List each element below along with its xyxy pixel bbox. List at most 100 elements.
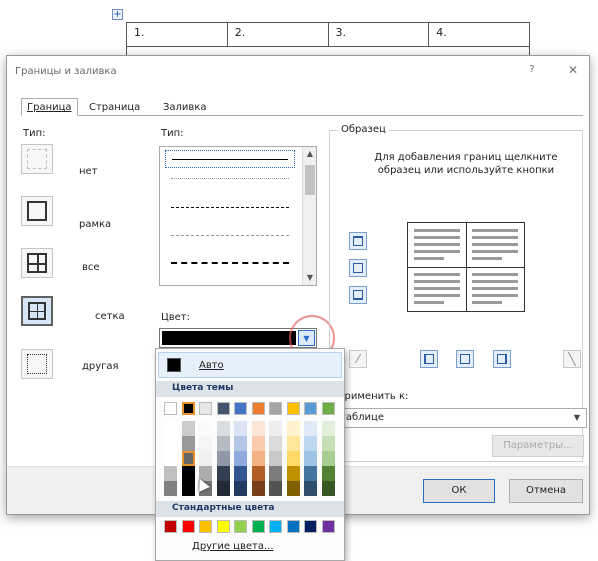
tab-shading[interactable]: Заливка (157, 98, 213, 116)
border-style-list[interactable]: ▲ ▼ (159, 146, 317, 286)
bottom-border-button[interactable] (349, 286, 367, 304)
setting-none-icon[interactable] (21, 144, 53, 174)
standard-color-swatch[interactable] (269, 520, 282, 533)
theme-color-shade-swatch[interactable] (251, 451, 265, 466)
diagonal-up-border-icon[interactable]: ⁄ (349, 350, 367, 368)
setting-all-icon[interactable] (21, 248, 53, 278)
standard-color-swatch[interactable] (321, 520, 335, 533)
standard-color-swatch[interactable] (304, 520, 317, 533)
style-dashed-fine[interactable] (165, 199, 295, 217)
standard-color-swatch[interactable] (216, 520, 230, 533)
theme-color-shade-swatch[interactable] (216, 421, 230, 436)
theme-color-shade-swatch[interactable] (181, 466, 195, 481)
theme-color-shade-swatch[interactable] (199, 421, 212, 436)
style-dash-dot[interactable] (165, 254, 295, 272)
table-cell[interactable]: 3. (327, 22, 430, 47)
theme-color-shade-swatch[interactable] (181, 421, 195, 436)
theme-color-shade-swatch[interactable] (234, 451, 247, 466)
inside-vertical-border-button[interactable] (456, 350, 474, 368)
theme-color-shade-swatch[interactable] (164, 481, 177, 496)
scroll-thumb[interactable] (305, 165, 315, 195)
table-move-handle-icon[interactable]: + (112, 9, 123, 20)
theme-color-shade-swatch[interactable] (269, 436, 282, 451)
table-cell[interactable]: 2. (226, 22, 329, 47)
theme-color-shade-swatch[interactable] (234, 466, 247, 481)
theme-color-shade-swatch[interactable] (304, 421, 317, 436)
theme-color-shade-swatch[interactable] (181, 481, 195, 496)
setting-grid-icon[interactable] (21, 296, 53, 326)
theme-color-shade-swatch[interactable] (286, 466, 300, 481)
theme-color-swatch[interactable] (286, 402, 300, 415)
diagonal-down-border-icon[interactable]: ╲ (563, 350, 581, 368)
style-solid[interactable] (165, 150, 295, 168)
theme-color-shade-swatch[interactable] (304, 451, 317, 466)
auto-color-option[interactable]: Авто (158, 352, 342, 378)
theme-color-shade-swatch[interactable] (251, 436, 265, 451)
theme-color-shade-swatch[interactable] (304, 466, 317, 481)
chevron-down-icon[interactable]: ▼ (570, 411, 584, 425)
inside-horizontal-border-button[interactable] (349, 259, 367, 277)
style-dashed[interactable] (165, 227, 295, 245)
theme-color-swatch[interactable] (234, 402, 247, 415)
theme-color-shade-swatch[interactable] (269, 451, 282, 466)
theme-color-shade-swatch[interactable] (286, 436, 300, 451)
style-list-scrollbar[interactable]: ▲ ▼ (302, 147, 316, 285)
theme-color-shade-swatch[interactable] (321, 451, 335, 466)
theme-color-shade-swatch[interactable] (321, 466, 335, 481)
theme-color-shade-swatch[interactable] (164, 466, 177, 481)
table-cell[interactable]: 4. (428, 22, 530, 47)
standard-color-swatch[interactable] (181, 520, 195, 533)
theme-color-shade-swatch[interactable] (181, 436, 195, 451)
theme-color-shade-swatch[interactable] (199, 436, 212, 451)
theme-color-swatch[interactable] (251, 402, 265, 415)
standard-color-swatch[interactable] (164, 520, 177, 533)
standard-color-swatch[interactable] (199, 520, 212, 533)
tab-page-border[interactable]: Страница (83, 98, 146, 116)
theme-color-swatch[interactable] (321, 402, 335, 415)
theme-color-shade-swatch[interactable] (216, 436, 230, 451)
more-colors-option[interactable]: Другие цвета... (192, 541, 274, 552)
theme-color-shade-swatch[interactable] (164, 451, 177, 466)
theme-color-shade-swatch[interactable] (234, 421, 247, 436)
theme-color-swatch[interactable] (269, 402, 282, 415)
theme-color-shade-swatch[interactable] (286, 481, 300, 496)
theme-color-shade-swatch[interactable] (286, 421, 300, 436)
preview-table[interactable] (407, 222, 525, 312)
standard-color-swatch[interactable] (234, 520, 247, 533)
tab-borders[interactable]: Граница (21, 98, 78, 116)
theme-color-swatch[interactable] (164, 402, 177, 415)
apply-to-select[interactable]: таблице ▼ (333, 408, 587, 428)
help-button[interactable]: ? (524, 62, 540, 78)
table-cell[interactable]: 1. (126, 22, 228, 47)
theme-color-shade-swatch[interactable] (251, 466, 265, 481)
theme-color-shade-swatch[interactable] (181, 451, 195, 466)
setting-grid-label[interactable]: сетка (95, 311, 125, 322)
theme-color-shade-swatch[interactable] (199, 451, 212, 466)
theme-color-shade-swatch[interactable] (234, 436, 247, 451)
theme-color-shade-swatch[interactable] (251, 481, 265, 496)
theme-color-swatch[interactable] (181, 402, 195, 415)
theme-color-shade-swatch[interactable] (286, 451, 300, 466)
theme-color-shade-swatch[interactable] (216, 481, 230, 496)
theme-color-shade-swatch[interactable] (164, 421, 177, 436)
standard-color-swatch[interactable] (251, 520, 265, 533)
style-dotted[interactable] (165, 170, 295, 188)
theme-color-shade-swatch[interactable] (164, 436, 177, 451)
theme-color-shade-swatch[interactable] (321, 481, 335, 496)
theme-color-swatch[interactable] (216, 402, 230, 415)
theme-color-shade-swatch[interactable] (304, 436, 317, 451)
theme-color-shade-swatch[interactable] (216, 451, 230, 466)
close-button[interactable]: ✕ (565, 62, 581, 78)
theme-color-shade-swatch[interactable] (269, 466, 282, 481)
right-border-button[interactable] (493, 350, 511, 368)
scroll-up-icon[interactable]: ▲ (303, 147, 317, 161)
setting-box-icon[interactable] (21, 196, 53, 226)
theme-color-shade-swatch[interactable] (234, 481, 247, 496)
theme-color-swatch[interactable] (199, 402, 212, 415)
setting-box-label[interactable]: рамка (79, 219, 111, 230)
theme-color-shade-swatch[interactable] (269, 421, 282, 436)
setting-custom-icon[interactable] (21, 349, 53, 379)
top-border-button[interactable] (349, 232, 367, 250)
theme-color-shade-swatch[interactable] (269, 481, 282, 496)
theme-color-shade-swatch[interactable] (216, 466, 230, 481)
